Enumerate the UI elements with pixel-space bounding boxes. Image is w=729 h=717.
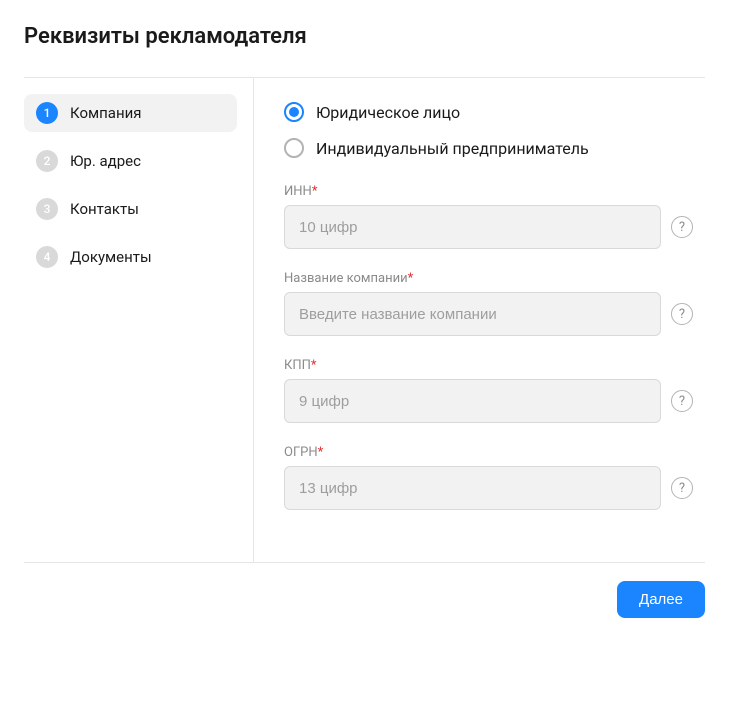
field-inn: ИНН* ? (284, 184, 693, 249)
step-badge: 4 (36, 246, 58, 268)
next-button[interactable]: Далее (617, 581, 705, 618)
step-label: Юр. адрес (70, 152, 141, 170)
step-badge: 3 (36, 198, 58, 220)
radio-individual-entrepreneur[interactable]: Индивидуальный предприниматель (284, 138, 693, 158)
page-title: Реквизиты рекламодателя (24, 24, 705, 49)
required-mark: * (318, 445, 324, 460)
step-badge: 1 (36, 102, 58, 124)
step-company[interactable]: 1 Компания (24, 94, 237, 132)
company-name-input[interactable] (284, 292, 661, 336)
required-mark: * (312, 184, 318, 199)
footer: Далее (0, 563, 729, 642)
field-label: ОГРН* (284, 445, 693, 460)
kpp-input[interactable] (284, 379, 661, 423)
step-documents[interactable]: 4 Документы (24, 238, 237, 276)
form-content: Юридическое лицо Индивидуальный предприн… (254, 78, 705, 562)
help-icon[interactable]: ? (671, 390, 693, 412)
field-label: ИНН* (284, 184, 693, 199)
step-label: Контакты (70, 200, 139, 218)
field-kpp: КПП* ? (284, 358, 693, 423)
radio-label: Индивидуальный предприниматель (316, 139, 589, 158)
radio-icon (284, 138, 304, 158)
step-legal-address[interactable]: 2 Юр. адрес (24, 142, 237, 180)
field-ogrn: ОГРН* ? (284, 445, 693, 510)
entity-type-radio-group: Юридическое лицо Индивидуальный предприн… (284, 102, 693, 158)
step-badge: 2 (36, 150, 58, 172)
step-label: Документы (70, 248, 152, 266)
main-wrap: 1 Компания 2 Юр. адрес 3 Контакты 4 Доку… (24, 77, 705, 563)
ogrn-input[interactable] (284, 466, 661, 510)
radio-icon (284, 102, 304, 122)
radio-label: Юридическое лицо (316, 103, 460, 122)
inn-input[interactable] (284, 205, 661, 249)
help-icon[interactable]: ? (671, 477, 693, 499)
help-icon[interactable]: ? (671, 216, 693, 238)
field-company-name: Название компании* ? (284, 271, 693, 336)
help-icon[interactable]: ? (671, 303, 693, 325)
step-contacts[interactable]: 3 Контакты (24, 190, 237, 228)
required-mark: * (408, 271, 414, 286)
required-mark: * (311, 358, 317, 373)
sidebar: 1 Компания 2 Юр. адрес 3 Контакты 4 Доку… (24, 78, 254, 562)
field-label: Название компании* (284, 271, 693, 286)
step-label: Компания (70, 104, 141, 122)
radio-legal-entity[interactable]: Юридическое лицо (284, 102, 693, 122)
field-label: КПП* (284, 358, 693, 373)
